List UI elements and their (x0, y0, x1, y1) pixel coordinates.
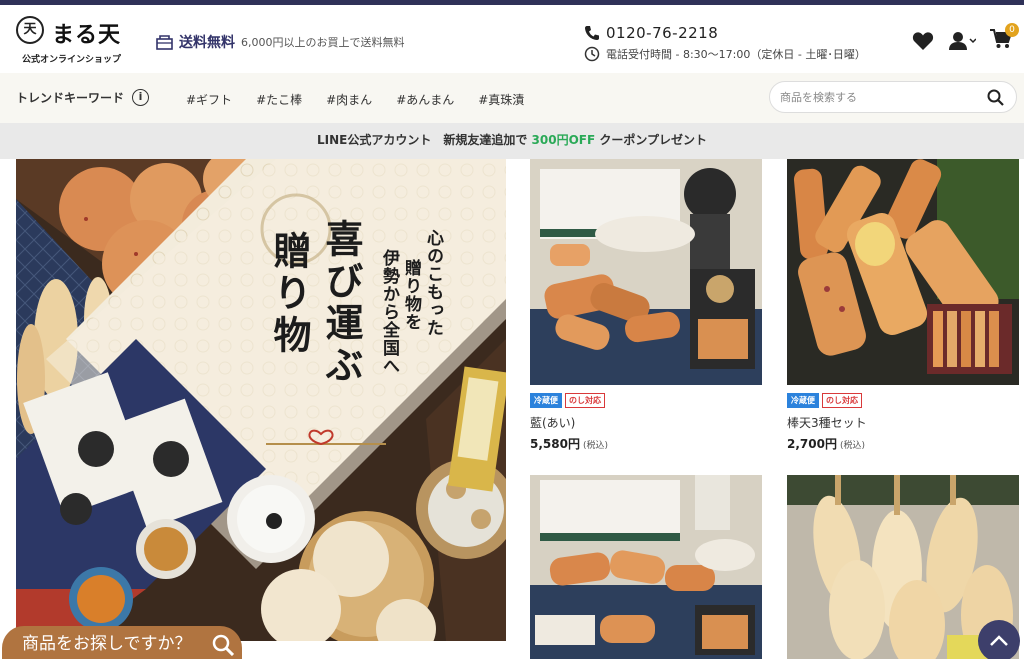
hero-title-1: 喜び運ぶ (319, 219, 364, 387)
cart-count-badge: 0 (1005, 23, 1019, 37)
product-image[interactable] (787, 159, 1019, 385)
search-icon (212, 634, 234, 656)
product-card[interactable]: 冷蔵便 のし対応 藍(あい) 5,580円 (税込) (530, 159, 762, 452)
tax-note: (税込) (582, 441, 608, 451)
trend-label: トレンドキーワード (16, 91, 125, 105)
hero-sub-1: 心のこもった (423, 229, 443, 337)
badge-noshi: のし対応 (822, 393, 862, 408)
product-badges: 冷蔵便 のし対応 (787, 393, 1019, 408)
shipping-info: 送料無料 6,000円以上のお買上で送料無料 (156, 32, 405, 52)
tag-shinjuzuke[interactable]: #真珠漬 (478, 91, 524, 108)
product-card[interactable] (530, 475, 762, 659)
price-value: 2,700円 (787, 437, 837, 451)
product-name[interactable]: 藍(あい) (530, 414, 762, 431)
product-photo-set (530, 475, 762, 659)
price-value: 5,580円 (530, 437, 580, 451)
main-content: 喜び運ぶ 贈り物 心のこもった 贈り物を 伊勢から全国へ 冷蔵便 のし対応 藍(… (0, 159, 1024, 659)
product-photo-bouten (787, 159, 1019, 385)
product-search-tab[interactable]: 商品をお探しですか？ (2, 626, 242, 659)
phone-number[interactable]: 0120-76-2218 (606, 24, 718, 42)
product-search-tab-label: 商品をお探しですか？ (22, 634, 192, 654)
user-icon[interactable] (948, 31, 976, 51)
trend-keywords: トレンドキーワード i (16, 89, 150, 106)
line-coupon-banner[interactable]: LINE公式アカウント 新規友達追加で 300円OFF クーポンプレゼント (0, 123, 1024, 159)
badge-cold-delivery: 冷蔵便 (530, 393, 562, 408)
badge-noshi: のし対応 (565, 393, 605, 408)
contact-info: 0120-76-2218 電話受付時間 - 8:30～17:00（定休日 - 土… (584, 24, 866, 62)
product-photo-ai (530, 159, 762, 385)
tax-note: (税込) (839, 441, 865, 451)
search-box (769, 81, 1017, 113)
hero-banner[interactable]: 喜び運ぶ 贈り物 心のこもった 贈り物を 伊勢から全国へ (16, 159, 506, 641)
chevron-up-icon (990, 635, 1008, 646)
product-price: 2,700円 (税込) (787, 433, 1019, 452)
clock-icon (584, 46, 600, 62)
keyword-nav: トレンドキーワード i #ギフト #たこ棒 #肉まん #あんまん #真珠漬 (0, 73, 1024, 123)
line-banner-highlight: 300円OFF (531, 133, 596, 147)
business-hours: 電話受付時間 - 8:30～17:00（定休日 - 土曜･日曜） (606, 48, 866, 61)
shipping-title: 送料無料 (179, 35, 235, 51)
tag-takobou[interactable]: #たこ棒 (256, 91, 302, 108)
info-icon[interactable]: i (132, 89, 150, 106)
hero-sub-2: 贈り物を (401, 259, 421, 331)
hero-sub-3: 伊勢から全国へ (379, 249, 399, 375)
site-header: 天 まる天 公式オンラインショップ 送料無料 6,000円以上のお買上で送料無料… (0, 5, 1024, 73)
brand-logo[interactable]: 天 まる天 公式オンラインショップ (16, 14, 126, 66)
product-badges: 冷蔵便 のし対応 (530, 393, 762, 408)
search-icon[interactable] (987, 89, 1004, 106)
tag-nikuman[interactable]: #肉まん (326, 91, 372, 108)
keyword-tags: #ギフト #たこ棒 #肉まん #あんまん #真珠漬 (186, 91, 548, 108)
hero-title-2: 贈り物 (267, 231, 312, 357)
product-price: 5,580円 (税込) (530, 433, 762, 452)
badge-cold-delivery: 冷蔵便 (787, 393, 819, 408)
cart-button[interactable]: 0 (990, 23, 1019, 53)
product-name[interactable]: 棒天3種セット (787, 414, 1019, 431)
header-actions: 0 (898, 23, 1019, 53)
line-banner-prefix: LINE公式アカウント 新規友達追加で (316, 133, 532, 147)
logo-mark: 天 (16, 16, 44, 44)
logo-name: まる天 (52, 23, 122, 48)
back-to-top-button[interactable] (978, 620, 1020, 659)
tag-gift[interactable]: #ギフト (186, 91, 232, 108)
phone-icon (585, 26, 599, 40)
tag-anman[interactable]: #あんまん (396, 91, 454, 108)
shipping-note: 6,000円以上のお買上で送料無料 (241, 36, 405, 49)
search-input[interactable] (780, 82, 980, 112)
product-card[interactable]: 冷蔵便 のし対応 棒天3種セット 2,700円 (税込) (787, 159, 1019, 452)
truck-box-icon (156, 34, 173, 50)
heart-icon[interactable] (912, 31, 934, 51)
logo-subtitle: 公式オンラインショップ (22, 55, 122, 65)
product-image[interactable] (530, 159, 762, 385)
product-image[interactable] (530, 475, 762, 659)
line-banner-suffix: クーポンプレゼント (595, 133, 707, 147)
